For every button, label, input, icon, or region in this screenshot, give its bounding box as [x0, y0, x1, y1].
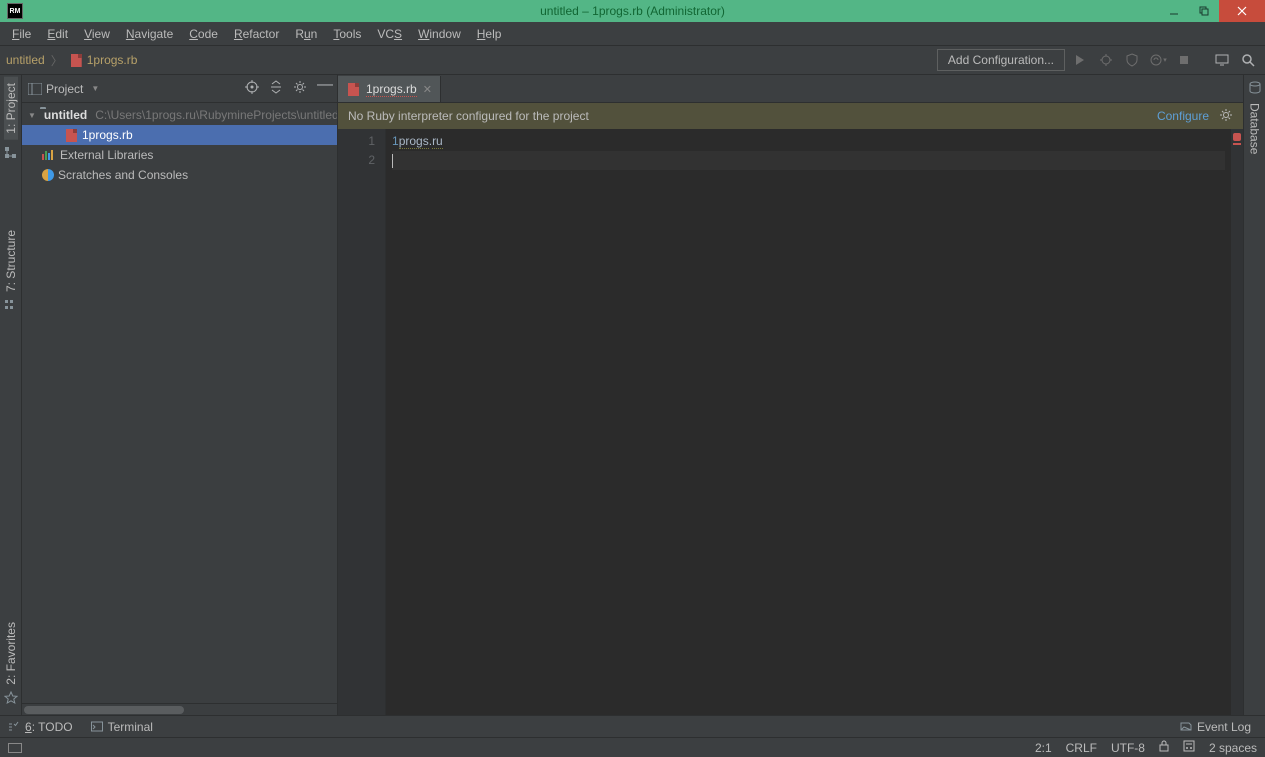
settings-icon[interactable] [293, 80, 307, 97]
scratches-icon [42, 169, 54, 181]
presentation-icon[interactable] [1211, 49, 1233, 71]
text-caret [392, 154, 393, 168]
menu-vcs[interactable]: VCS [369, 27, 410, 41]
search-everywhere-icon[interactable] [1237, 49, 1259, 71]
code-editor[interactable]: 1 2 1progs.ru [338, 129, 1243, 715]
menu-file[interactable]: File [4, 27, 39, 41]
breadcrumbs: untitled 〉 1progs.rb [6, 52, 137, 69]
code-text: progs [399, 134, 429, 149]
dropdown-arrow-icon: ▼ [91, 84, 99, 93]
ruby-file-icon [64, 128, 78, 142]
status-encoding[interactable]: UTF-8 [1111, 741, 1145, 755]
expand-arrow-icon[interactable]: ▼ [28, 111, 36, 120]
collapse-all-icon[interactable] [269, 80, 283, 97]
project-tree: ▼ untitled C:\Users\1progs.ru\RubyminePr… [22, 103, 337, 703]
line-number: 2 [338, 151, 375, 170]
app-logo: RM [4, 0, 26, 22]
status-readonly-icon[interactable] [1159, 740, 1169, 755]
tree-scratches[interactable]: ▶ Scratches and Consoles [22, 165, 337, 185]
menu-navigate[interactable]: Navigate [118, 27, 181, 41]
libraries-icon [42, 150, 56, 160]
error-stripe[interactable] [1231, 129, 1243, 715]
editor-tab-1progs[interactable]: 1progs.rb ✕ [338, 76, 441, 102]
debug-icon[interactable] [1095, 49, 1117, 71]
rail-database[interactable]: Database [1248, 95, 1262, 162]
menu-help[interactable]: Help [469, 27, 510, 41]
breadcrumb-separator: 〉 [51, 52, 63, 69]
status-line-separator[interactable]: CRLF [1066, 741, 1097, 755]
project-panel: Project ▼ — ▼ untitled C:\Users\1progs.r… [22, 75, 338, 715]
line-gutter[interactable]: 1 2 [338, 129, 386, 715]
run-icon[interactable] [1069, 49, 1091, 71]
rail-project[interactable]: 1: Project [4, 77, 18, 140]
code-content[interactable]: 1progs.ru [386, 129, 1231, 715]
project-tree-icon [4, 146, 18, 160]
terminal-icon [91, 721, 103, 733]
error-marker-icon[interactable] [1233, 143, 1241, 145]
menubar: File Edit View Navigate Code Refactor Ru… [0, 22, 1265, 46]
minimize-button[interactable] [1159, 0, 1189, 22]
rail-favorites[interactable]: 2: Favorites [4, 616, 18, 691]
star-icon [4, 691, 18, 705]
rail-terminal[interactable]: Terminal [91, 720, 153, 734]
menu-window[interactable]: Window [410, 27, 469, 41]
breadcrumb-file[interactable]: 1progs.rb [69, 53, 138, 67]
ruby-file-icon [346, 82, 360, 96]
maximize-button[interactable] [1189, 0, 1219, 22]
menu-tools[interactable]: Tools [325, 27, 369, 41]
tree-project-root[interactable]: ▼ untitled C:\Users\1progs.ru\RubyminePr… [22, 105, 337, 125]
project-hscrollbar[interactable] [22, 703, 337, 715]
project-view-icon [28, 83, 42, 95]
project-panel-header: Project ▼ — [22, 75, 337, 103]
minimize-panel-icon[interactable]: — [317, 80, 331, 97]
status-inspection-icon[interactable] [1183, 740, 1195, 755]
ruby-file-icon [69, 53, 83, 67]
tool-window-layout-icon[interactable] [8, 743, 22, 753]
warning-settings-icon[interactable] [1219, 108, 1233, 125]
configure-link[interactable]: Configure [1157, 109, 1209, 123]
locate-icon[interactable] [245, 80, 259, 97]
todo-icon [8, 721, 20, 733]
database-icon [1248, 81, 1262, 95]
bottom-tool-rail: 6: TODO Terminal Event Log [0, 715, 1265, 737]
left-tool-rail: 1: Project 7: Structure 2: Favorites [0, 75, 22, 715]
statusbar: 2:1 CRLF UTF-8 2 spaces [0, 737, 1265, 757]
status-indent[interactable]: 2 spaces [1209, 741, 1257, 755]
menu-view[interactable]: View [76, 27, 118, 41]
project-panel-title-dropdown[interactable]: Project ▼ [28, 82, 245, 96]
code-text: ru [432, 134, 443, 149]
rail-todo[interactable]: 6: TODO [8, 720, 73, 734]
editor-tabs: 1progs.rb ✕ [338, 75, 1243, 103]
line-number: 1 [338, 132, 375, 151]
tree-file-1progs[interactable]: 1progs.rb [22, 125, 337, 145]
right-tool-rail: Database [1243, 75, 1265, 715]
interpreter-warning-bar: No Ruby interpreter configured for the p… [338, 103, 1243, 129]
menu-edit[interactable]: Edit [39, 27, 76, 41]
attach-icon[interactable]: ▾ [1147, 49, 1169, 71]
tree-external-libraries[interactable]: ▶ External Libraries [22, 145, 337, 165]
breadcrumb-project[interactable]: untitled [6, 53, 45, 67]
event-log-icon [1180, 721, 1192, 733]
structure-icon [4, 298, 18, 312]
coverage-icon[interactable] [1121, 49, 1143, 71]
nav-toolbar: untitled 〉 1progs.rb Add Configuration..… [0, 46, 1265, 75]
menu-run[interactable]: Run [287, 27, 325, 41]
close-button[interactable] [1219, 0, 1265, 22]
titlebar: RM untitled – 1progs.rb (Administrator) [0, 0, 1265, 22]
add-configuration-button[interactable]: Add Configuration... [937, 49, 1065, 71]
stop-icon[interactable] [1173, 49, 1195, 71]
menu-code[interactable]: Code [181, 27, 226, 41]
rail-event-log[interactable]: Event Log [1180, 720, 1251, 734]
menu-refactor[interactable]: Refactor [226, 27, 287, 41]
rail-structure[interactable]: 7: Structure [4, 224, 18, 298]
error-marker-icon[interactable] [1233, 133, 1241, 141]
close-tab-icon[interactable]: ✕ [423, 83, 432, 96]
warning-text: No Ruby interpreter configured for the p… [348, 109, 1147, 123]
window-title: untitled – 1progs.rb (Administrator) [540, 4, 725, 18]
editor-area: 1progs.rb ✕ No Ruby interpreter configur… [338, 75, 1243, 715]
status-caret-position[interactable]: 2:1 [1035, 741, 1052, 755]
